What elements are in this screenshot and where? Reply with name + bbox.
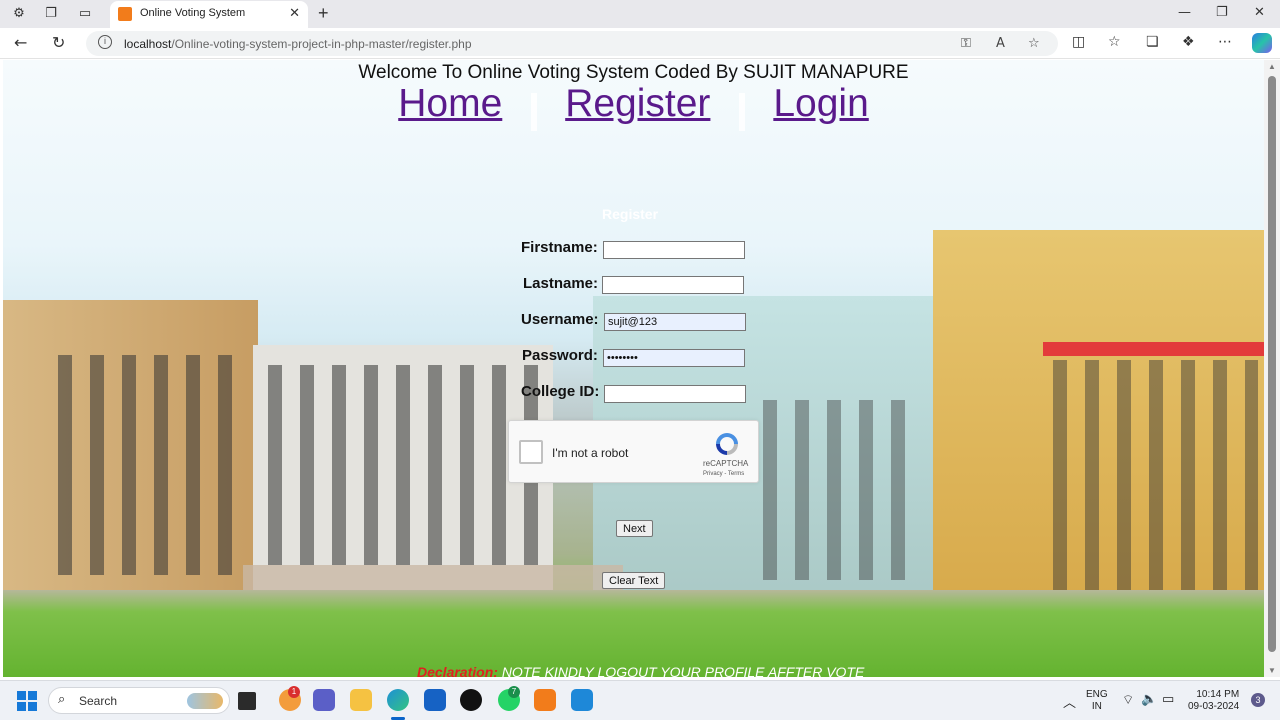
whatsapp-badge: 7 — [508, 686, 520, 698]
wifi-icon[interactable]: ⌔ — [1122, 692, 1134, 708]
tab-close-icon[interactable]: ✕ — [289, 5, 300, 21]
password-label: Password: — [522, 347, 598, 364]
password-input[interactable] — [603, 349, 745, 367]
extensions-icon[interactable]: ❖ — [1182, 34, 1195, 50]
declaration-key: Declaration: — [417, 664, 498, 677]
recaptcha-label: I'm not a robot — [552, 446, 629, 460]
clock-time: 10:14 PM — [1196, 689, 1240, 700]
browser-address-bar: ← ↻ i localhost/Online-voting-system-pro… — [0, 28, 1280, 59]
lastname-label: Lastname: — [523, 275, 599, 292]
nav-separator — [738, 92, 745, 131]
username-label: Username: — [521, 311, 599, 328]
minimize-icon[interactable]: — — [1178, 5, 1191, 20]
taskbar-search[interactable]: ⌕ Search — [48, 687, 230, 714]
more-menu-icon[interactable]: ⋯ — [1218, 34, 1232, 50]
password-key-icon[interactable]: ⚿ — [961, 36, 971, 51]
favorites-icon[interactable]: ☆ — [1108, 34, 1121, 50]
split-screen-icon[interactable]: ◫ — [1072, 34, 1085, 50]
taskbar-search-placeholder: Search — [79, 694, 118, 708]
username-input[interactable] — [604, 313, 746, 331]
recaptcha-brand: reCAPTCHA — [703, 459, 749, 468]
tab-title: Online Voting System — [140, 7, 246, 19]
notification-badge[interactable]: 3 — [1251, 693, 1265, 707]
edge-browser-icon[interactable] — [387, 689, 409, 711]
back-icon[interactable]: ← — [14, 33, 27, 52]
refresh-icon[interactable]: ↻ — [52, 33, 65, 52]
tab-actions-icon[interactable]: ▭ — [76, 5, 94, 23]
page-scrollbar[interactable]: ▲ ▼ — [1264, 60, 1280, 677]
declaration-note: NOTE KINDLY LOGOUT YOUR PROFILE AFFTER V… — [501, 664, 865, 677]
clock[interactable]: 10:14 PM 09-03-2024 — [1188, 689, 1239, 713]
collections-icon[interactable]: ❏ — [1146, 34, 1159, 50]
tray-overflow-icon[interactable]: ︿ — [1063, 692, 1076, 711]
url-field[interactable]: i localhost/Online-voting-system-project… — [86, 31, 1058, 56]
language-code: ENG — [1086, 689, 1108, 700]
microsoft-store-icon[interactable] — [424, 689, 446, 711]
workspaces-icon[interactable]: ❐ — [42, 5, 60, 23]
browser-tab-bar: ⚙ ❐ ▭ Online Voting System ✕ + — ❐ ✕ — [0, 0, 1280, 28]
dell-icon[interactable] — [460, 689, 482, 711]
background-windows — [763, 400, 923, 580]
firstname-label: Firstname: — [521, 239, 598, 256]
background-windows — [58, 355, 248, 575]
nav-separator — [530, 92, 537, 131]
tab-online-voting[interactable]: Online Voting System ✕ — [110, 1, 308, 28]
favorite-star-icon[interactable]: ☆ — [1028, 36, 1040, 51]
app-a-badge: 1 — [288, 686, 300, 698]
recaptcha-logo-icon — [716, 433, 738, 455]
next-button[interactable]: Next — [616, 520, 653, 537]
scroll-down-icon[interactable]: ▼ — [1268, 666, 1276, 675]
profile-icon[interactable]: ⚙ — [10, 5, 28, 23]
recaptcha-widget: I'm not a robot reCAPTCHA Privacy - Term… — [508, 420, 759, 483]
nav-link-register[interactable]: Register — [565, 82, 710, 125]
vscode-icon[interactable] — [571, 689, 593, 711]
declaration-notice: Declaration: NOTE KINDLY LOGOUT YOUR PRO… — [417, 664, 864, 677]
firstname-input[interactable] — [603, 241, 745, 259]
search-highlight-icon — [187, 693, 223, 709]
nav-link-home[interactable]: Home — [398, 82, 502, 125]
welcome-heading: Welcome To Online Voting System Coded By… — [358, 62, 909, 83]
language-indicator[interactable]: ENG IN — [1086, 689, 1108, 713]
task-view-icon[interactable] — [238, 692, 256, 710]
recaptcha-checkbox[interactable] — [519, 440, 543, 464]
background-windows — [268, 365, 538, 565]
copilot-icon[interactable] — [1252, 33, 1272, 53]
teams-chat-icon[interactable] — [313, 689, 335, 711]
site-info-icon[interactable]: i — [98, 35, 112, 49]
college-id-label: College ID: — [521, 383, 600, 400]
lastname-input[interactable] — [602, 276, 744, 294]
battery-icon[interactable]: ▭ — [1162, 692, 1174, 707]
region-code: IN — [1091, 701, 1102, 712]
url-text[interactable]: localhost/Online-voting-system-project-i… — [124, 37, 472, 51]
windows-taskbar: ⌕ Search 1 7 ︿ ENG IN ⌔ 🔈 ▭ 10:14 PM 09-… — [0, 680, 1280, 720]
scroll-up-icon[interactable]: ▲ — [1268, 62, 1276, 71]
page-viewport: Welcome To Online Voting System Coded By… — [3, 60, 1264, 677]
nav-link-login[interactable]: Login — [773, 82, 868, 125]
scroll-thumb[interactable] — [1268, 76, 1276, 652]
close-window-icon[interactable]: ✕ — [1254, 5, 1265, 20]
background-windows — [1053, 360, 1258, 590]
main-nav: Home Register Login — [3, 82, 1264, 131]
read-aloud-icon[interactable]: A — [996, 36, 1005, 51]
xampp-favicon-icon — [118, 7, 132, 21]
recaptcha-privacy-terms[interactable]: Privacy - Terms — [703, 471, 744, 477]
volume-icon[interactable]: 🔈 — [1141, 692, 1157, 707]
xampp-icon[interactable] — [534, 689, 556, 711]
register-form-title: Register — [602, 206, 659, 222]
start-windows-icon[interactable] — [17, 691, 37, 711]
file-explorer-icon[interactable] — [350, 689, 372, 711]
maximize-icon[interactable]: ❐ — [1216, 5, 1228, 20]
new-tab-icon[interactable]: + — [318, 3, 329, 24]
college-id-input[interactable] — [604, 385, 746, 403]
clock-date: 09-03-2024 — [1188, 701, 1240, 712]
clear-text-button[interactable]: Clear Text — [602, 572, 666, 589]
background-red-stripe — [1043, 342, 1264, 356]
search-icon: ⌕ — [58, 692, 66, 707]
